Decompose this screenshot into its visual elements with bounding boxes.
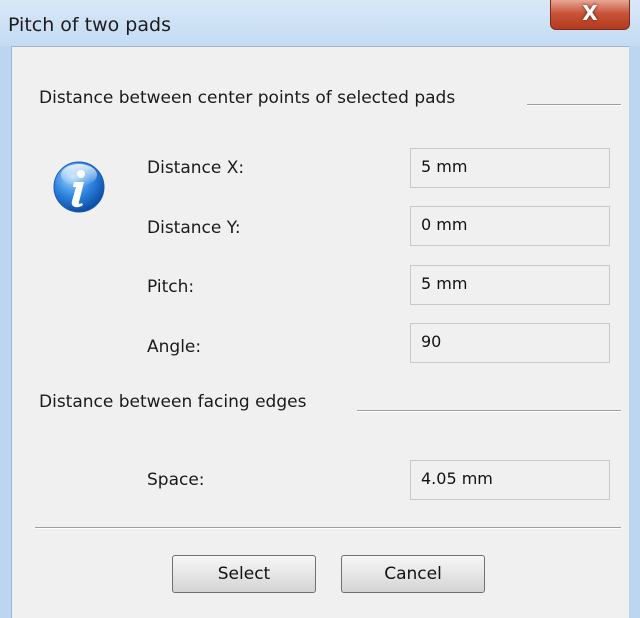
pitch-label: Pitch: — [147, 277, 195, 297]
cancel-button[interactable]: Cancel — [341, 555, 485, 593]
dialog-window: Pitch of two pads X Distance between cen… — [0, 0, 640, 618]
close-icon: X — [582, 1, 598, 25]
close-button[interactable]: X — [550, 0, 630, 30]
section-label-center-points: Distance between center points of select… — [39, 88, 456, 108]
space-label: Space: — [147, 470, 205, 490]
window-title: Pitch of two pads — [8, 14, 171, 36]
distance-y-label: Distance Y: — [147, 218, 241, 238]
pitch-value: 5 mm — [410, 265, 610, 305]
space-value: 4.05 mm — [410, 460, 610, 500]
select-button[interactable]: Select — [172, 555, 316, 593]
distance-x-label: Distance X: — [147, 158, 245, 178]
angle-value: 90 — [410, 323, 610, 363]
angle-label: Angle: — [147, 337, 202, 357]
section-divider-facing-edges — [357, 410, 621, 412]
section-label-facing-edges: Distance between facing edges — [39, 392, 307, 412]
distance-x-value: 5 mm — [410, 148, 610, 188]
title-bar[interactable]: Pitch of two pads X — [0, 0, 640, 46]
section-divider-center-points — [527, 104, 621, 106]
info-icon — [53, 161, 105, 213]
button-separator — [35, 527, 621, 529]
distance-y-value: 0 mm — [410, 206, 610, 246]
